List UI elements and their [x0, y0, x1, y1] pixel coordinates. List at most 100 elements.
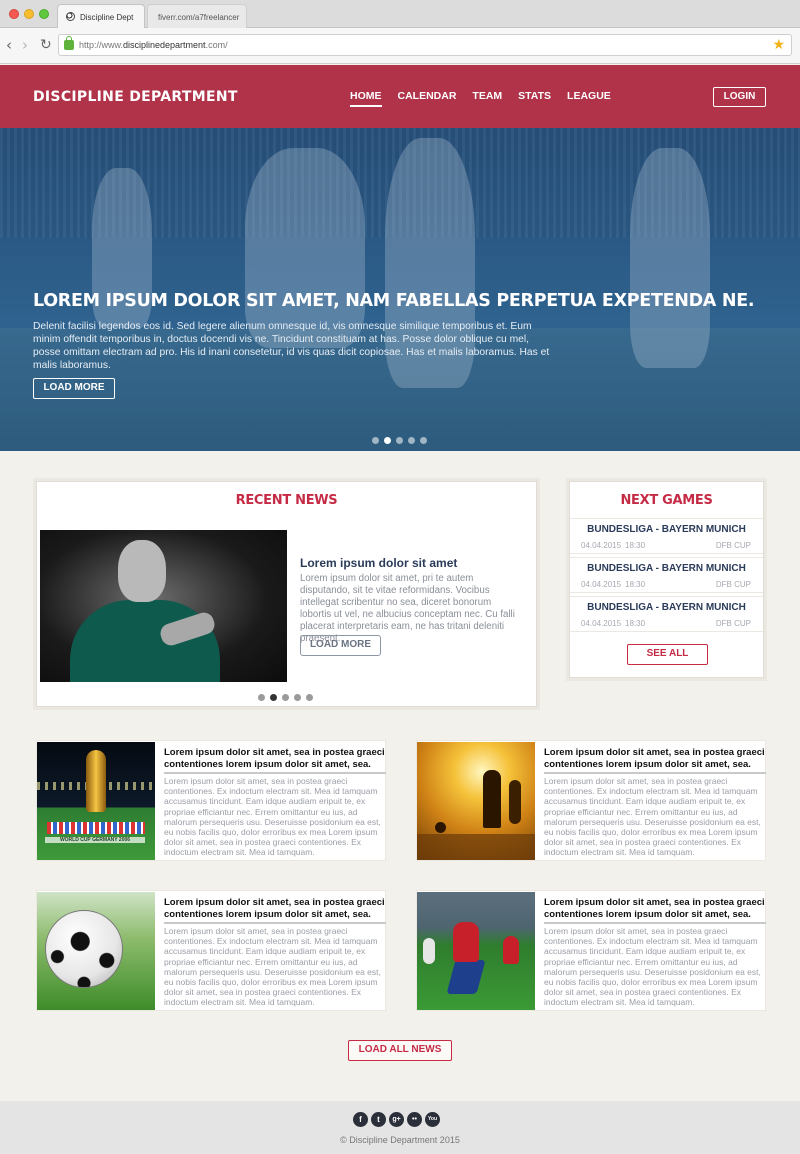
image-caption-banner: WORLD CUP GERMANY 2006	[45, 837, 145, 843]
game-match: BUNDESLIGA - BAYERN MUNICH	[587, 602, 746, 613]
recent-news-title: RECENT NEWS	[235, 493, 338, 508]
tab-label: Discipline Dept	[80, 13, 134, 22]
url-text: http://www.disciplinedepartment.com/	[79, 40, 228, 50]
hero-player-figure	[245, 148, 365, 348]
slider-dot[interactable]	[282, 694, 289, 701]
browser-tab-active[interactable]: Discipline Dept	[57, 4, 145, 28]
game-row[interactable]: BUNDESLIGA - BAYERN MUNICH 04.04.2015 18…	[570, 596, 763, 632]
player-figure	[446, 960, 486, 994]
ground-shape	[417, 834, 535, 860]
address-bar[interactable]: http://www.disciplinedepartment.com/ ★	[58, 34, 792, 56]
see-all-games-button[interactable]: SEE ALL	[627, 644, 708, 665]
browser-tab-bar: Discipline Dept fiverr.com/a7freelancer	[0, 0, 800, 28]
trophy-icon	[86, 750, 106, 812]
game-time: 18:30	[625, 580, 646, 589]
article-title[interactable]: Lorem ipsum dolor sit amet, sea in poste…	[544, 897, 766, 924]
bookmark-star-icon[interactable]: ★	[772, 37, 785, 53]
player-torso-shape	[70, 600, 220, 682]
article-title[interactable]: Lorem ipsum dolor sit amet, sea in poste…	[164, 897, 386, 924]
slider-dot[interactable]	[396, 437, 403, 444]
article-body: Lorem ipsum dolor sit amet, sea in poste…	[544, 926, 761, 1008]
close-window-button[interactable]	[9, 9, 19, 19]
game-row[interactable]: BUNDESLIGA - BAYERN MUNICH 04.04.2015 18…	[570, 557, 763, 593]
recent-news-panel: RECENT NEWS Lorem ipsum dolor sit amet L…	[36, 481, 537, 707]
article-title[interactable]: Lorem ipsum dolor sit amet, sea in poste…	[164, 747, 386, 774]
article-card[interactable]: Lorem ipsum dolor sit amet, sea in poste…	[416, 740, 766, 861]
player-figure	[423, 938, 435, 964]
nav-league[interactable]: LEAGUE	[567, 90, 611, 107]
game-competition: DFB CUP	[715, 619, 751, 628]
slider-dot[interactable]	[306, 694, 313, 701]
game-row[interactable]: BUNDESLIGA - BAYERN MUNICH 04.04.2015 18…	[570, 518, 763, 554]
recent-news-headline[interactable]: Lorem ipsum dolor sit amet	[300, 556, 457, 570]
slider-dot[interactable]	[420, 437, 427, 444]
article-body: Lorem ipsum dolor sit amet, sea in poste…	[544, 776, 761, 858]
recent-news-image[interactable]	[40, 530, 287, 682]
spain-players-image[interactable]	[417, 892, 535, 1010]
nav-team[interactable]: TEAM	[472, 90, 502, 107]
reload-icon[interactable]: ↻	[40, 36, 52, 54]
game-time: 18:30	[625, 541, 646, 550]
sunset-football-image[interactable]	[417, 742, 535, 860]
game-time: 18:30	[625, 619, 646, 628]
hero-text: Delenit facilisi legendos eos id. Sed le…	[33, 321, 550, 371]
main-nav: HOME CALENDAR TEAM STATS LEAGUE	[350, 90, 611, 107]
slider-dot[interactable]	[294, 694, 301, 701]
google-plus-icon[interactable]: g+	[389, 1112, 404, 1127]
forward-arrow-icon[interactable]: ›	[22, 36, 28, 54]
browser-toolbar: ‹ › ↻ http://www.disciplinedepartment.co…	[0, 28, 800, 64]
back-arrow-icon[interactable]: ‹	[6, 36, 12, 54]
tab-label: fiverr.com/a7freelancer	[158, 13, 240, 22]
site-header: DISCIPLINE DEPARTMENT HOME CALENDAR TEAM…	[0, 65, 800, 128]
article-card[interactable]: Lorem ipsum dolor sit amet, sea in poste…	[416, 890, 766, 1011]
soccer-ball-image[interactable]	[37, 892, 155, 1010]
nav-home[interactable]: HOME	[350, 90, 382, 107]
facebook-icon[interactable]: f	[353, 1112, 368, 1127]
youtube-icon[interactable]: You	[425, 1112, 440, 1127]
site-logo[interactable]: DISCIPLINE DEPARTMENT	[33, 89, 238, 105]
ball-icon	[435, 822, 446, 833]
game-date: 04.04.2015	[581, 580, 622, 589]
recent-news-slider-dots	[258, 694, 313, 701]
flickr-icon[interactable]: ••	[407, 1112, 422, 1127]
browser-tab-inactive[interactable]: fiverr.com/a7freelancer	[147, 4, 247, 28]
article-card[interactable]: Lorem ipsum dolor sit amet, sea in poste…	[36, 890, 386, 1011]
slider-dot[interactable]	[372, 437, 379, 444]
article-title[interactable]: Lorem ipsum dolor sit amet, sea in poste…	[544, 747, 766, 774]
slider-dot[interactable]	[270, 694, 277, 701]
hero-slider-dots	[372, 437, 427, 444]
nav-calendar[interactable]: CALENDAR	[398, 90, 457, 107]
recent-news-load-more-button[interactable]: LOAD MORE	[300, 635, 381, 656]
minimize-window-button[interactable]	[24, 9, 34, 19]
soccer-ball-icon	[45, 910, 123, 988]
soccer-ball-favicon-icon	[66, 12, 75, 21]
lock-icon	[64, 36, 74, 50]
player-silhouette	[509, 780, 521, 824]
next-games-panel: NEXT GAMES BUNDESLIGA - BAYERN MUNICH 04…	[569, 481, 764, 678]
next-games-title: NEXT GAMES	[620, 493, 713, 508]
site-footer: f t g+ •• You © Discipline Department 20…	[0, 1101, 800, 1154]
social-links: f t g+ •• You	[353, 1112, 440, 1127]
twitter-icon[interactable]: t	[371, 1112, 386, 1127]
article-card[interactable]: WORLD CUP GERMANY 2006 Lorem ipsum dolor…	[36, 740, 386, 861]
maximize-window-button[interactable]	[39, 9, 49, 19]
player-silhouette	[483, 770, 501, 828]
game-competition: DFB CUP	[715, 541, 751, 550]
hero-load-more-button[interactable]: LOAD MORE	[33, 378, 115, 399]
game-match: BUNDESLIGA - BAYERN MUNICH	[587, 563, 746, 574]
hero-title: LOREM IPSUM DOLOR SIT AMET, NAM FABELLAS…	[33, 291, 755, 311]
game-date: 04.04.2015	[581, 541, 622, 550]
slider-dot[interactable]	[384, 437, 391, 444]
hero-slider: LOREM IPSUM DOLOR SIT AMET, NAM FABELLAS…	[0, 128, 800, 451]
slider-dot[interactable]	[258, 694, 265, 701]
world-cup-trophy-image[interactable]: WORLD CUP GERMANY 2006	[37, 742, 155, 860]
game-match: BUNDESLIGA - BAYERN MUNICH	[587, 524, 746, 535]
article-body: Lorem ipsum dolor sit amet, sea in poste…	[164, 926, 381, 1008]
slider-dot[interactable]	[408, 437, 415, 444]
load-all-news-button[interactable]: LOAD ALL NEWS	[348, 1040, 452, 1061]
nav-stats[interactable]: STATS	[518, 90, 551, 107]
team-lineup-shape	[47, 822, 145, 834]
login-button[interactable]: LOGIN	[713, 87, 766, 107]
game-competition: DFB CUP	[715, 580, 751, 589]
hero-player-figure	[630, 148, 710, 368]
